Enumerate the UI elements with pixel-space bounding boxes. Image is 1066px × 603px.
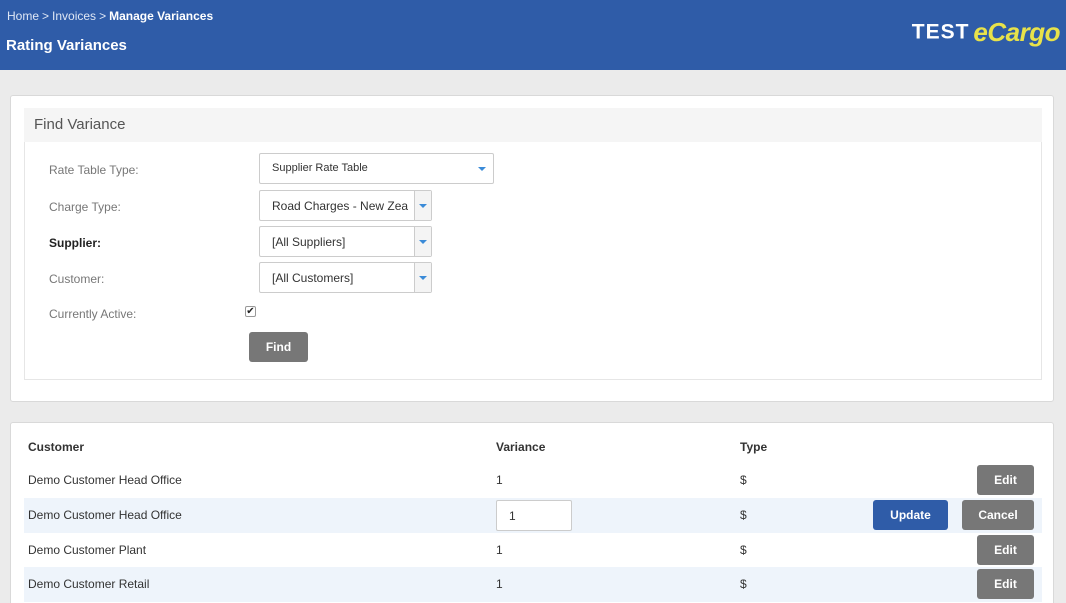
chevron-down-icon — [474, 154, 490, 183]
breadcrumb-separator: > — [42, 9, 50, 23]
edit-button[interactable]: Edit — [977, 465, 1034, 495]
find-variance-title: Find Variance — [34, 116, 126, 133]
customer-label: Customer: — [49, 272, 105, 286]
type-cell: $ — [740, 508, 747, 522]
table-row: Demo Customer Retail 1 $ Edit — [24, 567, 1042, 602]
update-button[interactable]: Update — [873, 500, 948, 530]
column-header-customer: Customer — [28, 440, 85, 454]
variance-results-card: Customer Variance Type Demo Customer Hea… — [10, 422, 1054, 603]
logo-ecargo-text: eCargo — [973, 17, 1060, 47]
breadcrumb: Home > Invoices > Manage Variances — [7, 9, 213, 23]
currently-active-label: Currently Active: — [49, 307, 137, 321]
customer-cell: Demo Customer Retail — [28, 577, 150, 591]
column-header-variance: Variance — [496, 440, 546, 454]
customer-select[interactable]: [All Customers] — [259, 262, 432, 293]
type-cell: $ — [740, 577, 747, 591]
charge-type-value: Road Charges - New Zea — [272, 199, 408, 213]
chevron-down-icon[interactable] — [414, 227, 431, 256]
table-row-editing: Demo Customer Head Office 1 $ Update Can… — [24, 498, 1042, 533]
app-header: Home > Invoices > Manage Variances Rating Va… — [0, 0, 1066, 70]
variance-cell: 1 — [496, 577, 503, 591]
column-header-type: Type — [740, 440, 768, 454]
type-cell: $ — [740, 543, 747, 557]
find-variance-card: Find Variance Rate Table Type: Supplier … — [10, 95, 1054, 402]
edit-button[interactable]: Edit — [977, 569, 1034, 599]
supplier-label: Supplier: — [49, 236, 102, 250]
page-title: Rating Variances — [6, 37, 127, 54]
edit-button[interactable]: Edit — [977, 535, 1034, 565]
type-cell: $ — [740, 473, 747, 487]
breadcrumb-home[interactable]: Home — [7, 9, 39, 23]
customer-cell: Demo Customer Plant — [28, 543, 147, 557]
breadcrumb-current: Manage Variances — [109, 9, 214, 23]
supplier-select[interactable]: [All Suppliers] — [259, 226, 432, 257]
table-row: Demo Customer Plant 1 $ Edit — [24, 533, 1042, 568]
variance-cell: 1 — [496, 543, 503, 557]
customer-cell: Demo Customer Head Office — [28, 508, 182, 522]
table-row: Demo Customer Head Office 1 $ Edit — [24, 463, 1042, 498]
rate-table-type-select[interactable]: Supplier Rate Table — [259, 153, 494, 184]
customer-cell: Demo Customer Head Office — [28, 473, 182, 487]
cancel-button[interactable]: Cancel — [962, 500, 1034, 530]
rate-table-type-value: Supplier Rate Table — [272, 162, 368, 174]
breadcrumb-separator: > — [99, 9, 107, 23]
logo-test-text: TEST — [911, 20, 970, 44]
customer-value: [All Customers] — [272, 271, 354, 285]
find-variance-body: Rate Table Type: Supplier Rate Table Cha… — [24, 142, 1042, 380]
variance-input[interactable]: 1 — [496, 500, 572, 531]
variance-cell: 1 — [496, 473, 503, 487]
chevron-down-icon[interactable] — [414, 263, 431, 292]
breadcrumb-invoices[interactable]: Invoices — [52, 9, 96, 23]
charge-type-select[interactable]: Road Charges - New Zea — [259, 190, 432, 221]
find-variance-header: Find Variance — [24, 108, 1042, 142]
currently-active-checkbox[interactable]: ✔ — [245, 306, 256, 317]
find-button[interactable]: Find — [249, 332, 308, 362]
rate-table-type-label: Rate Table Type: — [49, 163, 139, 177]
supplier-value: [All Suppliers] — [272, 235, 346, 249]
chevron-down-icon[interactable] — [414, 191, 431, 220]
brand-logo: TEST eCargo — [911, 17, 1061, 47]
charge-type-label: Charge Type: — [49, 200, 121, 214]
